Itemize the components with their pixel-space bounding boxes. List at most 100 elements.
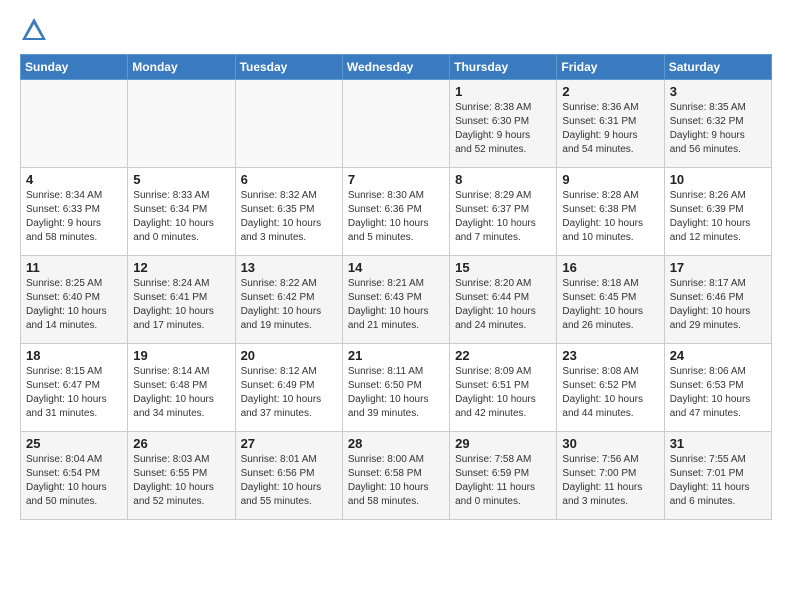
weekday-header: Sunday [21, 55, 128, 80]
calendar-week-row: 4 Sunrise: 8:34 AM Sunset: 6:33 PM Daylig… [21, 168, 772, 256]
day-info: Sunrise: 8:35 AM Sunset: 6:32 PM Dayligh… [670, 101, 766, 157]
calendar-cell: 9 Sunrise: 8:28 AM Sunset: 6:38 PM Daylig… [557, 168, 664, 256]
day-number: 4 [26, 172, 122, 187]
logo [20, 16, 52, 44]
calendar-cell: 13 Sunrise: 8:22 AM Sunset: 6:42 PM Dayli… [235, 256, 342, 344]
day-info: Sunrise: 8:26 AM Sunset: 6:39 PM Dayligh… [670, 189, 766, 245]
day-info: Sunrise: 8:03 AM Sunset: 6:55 PM Dayligh… [133, 453, 229, 509]
calendar-cell: 26 Sunrise: 8:03 AM Sunset: 6:55 PM Dayli… [128, 432, 235, 520]
calendar-cell: 31 Sunrise: 7:55 AM Sunset: 7:01 PM Dayli… [664, 432, 771, 520]
day-number: 1 [455, 84, 551, 99]
day-info: Sunrise: 7:58 AM Sunset: 6:59 PM Dayligh… [455, 453, 551, 509]
calendar-cell: 19 Sunrise: 8:14 AM Sunset: 6:48 PM Dayli… [128, 344, 235, 432]
calendar-cell: 22 Sunrise: 8:09 AM Sunset: 6:51 PM Dayli… [450, 344, 557, 432]
day-info: Sunrise: 8:28 AM Sunset: 6:38 PM Dayligh… [562, 189, 658, 245]
calendar: SundayMondayTuesdayWednesdayThursdayFrid… [20, 54, 772, 520]
calendar-cell: 15 Sunrise: 8:20 AM Sunset: 6:44 PM Dayli… [450, 256, 557, 344]
day-number: 13 [241, 260, 337, 275]
calendar-cell: 8 Sunrise: 8:29 AM Sunset: 6:37 PM Daylig… [450, 168, 557, 256]
day-info: Sunrise: 8:00 AM Sunset: 6:58 PM Dayligh… [348, 453, 444, 509]
day-number: 18 [26, 348, 122, 363]
calendar-cell: 20Sunrise: 8:12 AM Sunset: 6:49 PM Dayli… [235, 344, 342, 432]
calendar-cell: 7Sunrise: 8:30 AM Sunset: 6:36 PM Daylig… [342, 168, 449, 256]
day-info: Sunrise: 8:04 AM Sunset: 6:54 PM Dayligh… [26, 453, 122, 509]
day-number: 31 [670, 436, 766, 451]
day-info: Sunrise: 8:17 AM Sunset: 6:46 PM Dayligh… [670, 277, 766, 333]
calendar-cell: 21Sunrise: 8:11 AM Sunset: 6:50 PM Dayli… [342, 344, 449, 432]
calendar-cell [128, 80, 235, 168]
day-info: Sunrise: 8:18 AM Sunset: 6:45 PM Dayligh… [562, 277, 658, 333]
day-number: 6 [241, 172, 337, 187]
day-number: 2 [562, 84, 658, 99]
day-info: Sunrise: 7:56 AM Sunset: 7:00 PM Dayligh… [562, 453, 658, 509]
day-info: Sunrise: 8:12 AM Sunset: 6:49 PM Dayligh… [241, 365, 337, 421]
day-info: Sunrise: 8:32 AM Sunset: 6:35 PM Dayligh… [241, 189, 337, 245]
day-number: 27 [241, 436, 337, 451]
day-number: 3 [670, 84, 766, 99]
calendar-cell: 28 Sunrise: 8:00 AM Sunset: 6:58 PM Dayli… [342, 432, 449, 520]
day-number: 26 [133, 436, 229, 451]
calendar-cell: 30 Sunrise: 7:56 AM Sunset: 7:00 PM Dayli… [557, 432, 664, 520]
calendar-cell: 23Sunrise: 8:08 AM Sunset: 6:52 PM Dayli… [557, 344, 664, 432]
calendar-cell: 17 Sunrise: 8:17 AM Sunset: 6:46 PM Dayli… [664, 256, 771, 344]
calendar-week-row: 18 Sunrise: 8:15 AM Sunset: 6:47 PM Dayli… [21, 344, 772, 432]
day-number: 11 [26, 260, 122, 275]
calendar-cell: 2 Sunrise: 8:36 AM Sunset: 6:31 PM Daylig… [557, 80, 664, 168]
calendar-cell: 29 Sunrise: 7:58 AM Sunset: 6:59 PM Dayli… [450, 432, 557, 520]
day-info: Sunrise: 8:14 AM Sunset: 6:48 PM Dayligh… [133, 365, 229, 421]
weekday-header: Saturday [664, 55, 771, 80]
day-number: 25 [26, 436, 122, 451]
day-number: 8 [455, 172, 551, 187]
day-number: 23 [562, 348, 658, 363]
calendar-cell: 14 Sunrise: 8:21 AM Sunset: 6:43 PM Dayli… [342, 256, 449, 344]
weekday-header: Monday [128, 55, 235, 80]
page: SundayMondayTuesdayWednesdayThursdayFrid… [0, 0, 792, 612]
day-number: 15 [455, 260, 551, 275]
weekday-header: Wednesday [342, 55, 449, 80]
day-number: 24 [670, 348, 766, 363]
day-info: Sunrise: 8:36 AM Sunset: 6:31 PM Dayligh… [562, 101, 658, 157]
calendar-cell: 6 Sunrise: 8:32 AM Sunset: 6:35 PM Daylig… [235, 168, 342, 256]
day-number: 28 [348, 436, 444, 451]
day-number: 5 [133, 172, 229, 187]
calendar-cell: 16Sunrise: 8:18 AM Sunset: 6:45 PM Dayli… [557, 256, 664, 344]
day-info: Sunrise: 7:55 AM Sunset: 7:01 PM Dayligh… [670, 453, 766, 509]
day-number: 29 [455, 436, 551, 451]
day-number: 17 [670, 260, 766, 275]
header [20, 16, 772, 44]
calendar-week-row: 1 Sunrise: 8:38 AM Sunset: 6:30 PM Daylig… [21, 80, 772, 168]
day-info: Sunrise: 8:06 AM Sunset: 6:53 PM Dayligh… [670, 365, 766, 421]
calendar-cell: 25 Sunrise: 8:04 AM Sunset: 6:54 PM Dayli… [21, 432, 128, 520]
day-info: Sunrise: 8:22 AM Sunset: 6:42 PM Dayligh… [241, 277, 337, 333]
day-info: Sunrise: 8:34 AM Sunset: 6:33 PM Dayligh… [26, 189, 122, 245]
day-number: 9 [562, 172, 658, 187]
day-number: 19 [133, 348, 229, 363]
calendar-cell: 5 Sunrise: 8:33 AM Sunset: 6:34 PM Daylig… [128, 168, 235, 256]
calendar-cell: 4 Sunrise: 8:34 AM Sunset: 6:33 PM Daylig… [21, 168, 128, 256]
logo-icon [20, 16, 48, 44]
day-info: Sunrise: 8:11 AM Sunset: 6:50 PM Dayligh… [348, 365, 444, 421]
calendar-week-row: 11 Sunrise: 8:25 AM Sunset: 6:40 PM Dayli… [21, 256, 772, 344]
calendar-cell: 27Sunrise: 8:01 AM Sunset: 6:56 PM Dayli… [235, 432, 342, 520]
day-info: Sunrise: 8:30 AM Sunset: 6:36 PM Dayligh… [348, 189, 444, 245]
calendar-cell: 24 Sunrise: 8:06 AM Sunset: 6:53 PM Dayli… [664, 344, 771, 432]
day-info: Sunrise: 8:24 AM Sunset: 6:41 PM Dayligh… [133, 277, 229, 333]
day-info: Sunrise: 8:29 AM Sunset: 6:37 PM Dayligh… [455, 189, 551, 245]
day-info: Sunrise: 8:38 AM Sunset: 6:30 PM Dayligh… [455, 101, 551, 157]
day-number: 14 [348, 260, 444, 275]
day-number: 30 [562, 436, 658, 451]
calendar-cell: 12Sunrise: 8:24 AM Sunset: 6:41 PM Dayli… [128, 256, 235, 344]
calendar-cell: 3 Sunrise: 8:35 AM Sunset: 6:32 PM Daylig… [664, 80, 771, 168]
day-number: 22 [455, 348, 551, 363]
day-info: Sunrise: 8:09 AM Sunset: 6:51 PM Dayligh… [455, 365, 551, 421]
day-info: Sunrise: 8:25 AM Sunset: 6:40 PM Dayligh… [26, 277, 122, 333]
calendar-cell [21, 80, 128, 168]
calendar-week-row: 25 Sunrise: 8:04 AM Sunset: 6:54 PM Dayli… [21, 432, 772, 520]
day-info: Sunrise: 8:15 AM Sunset: 6:47 PM Dayligh… [26, 365, 122, 421]
calendar-cell: 11 Sunrise: 8:25 AM Sunset: 6:40 PM Dayli… [21, 256, 128, 344]
calendar-header-row: SundayMondayTuesdayWednesdayThursdayFrid… [21, 55, 772, 80]
day-info: Sunrise: 8:33 AM Sunset: 6:34 PM Dayligh… [133, 189, 229, 245]
day-info: Sunrise: 8:20 AM Sunset: 6:44 PM Dayligh… [455, 277, 551, 333]
day-number: 10 [670, 172, 766, 187]
day-info: Sunrise: 8:21 AM Sunset: 6:43 PM Dayligh… [348, 277, 444, 333]
